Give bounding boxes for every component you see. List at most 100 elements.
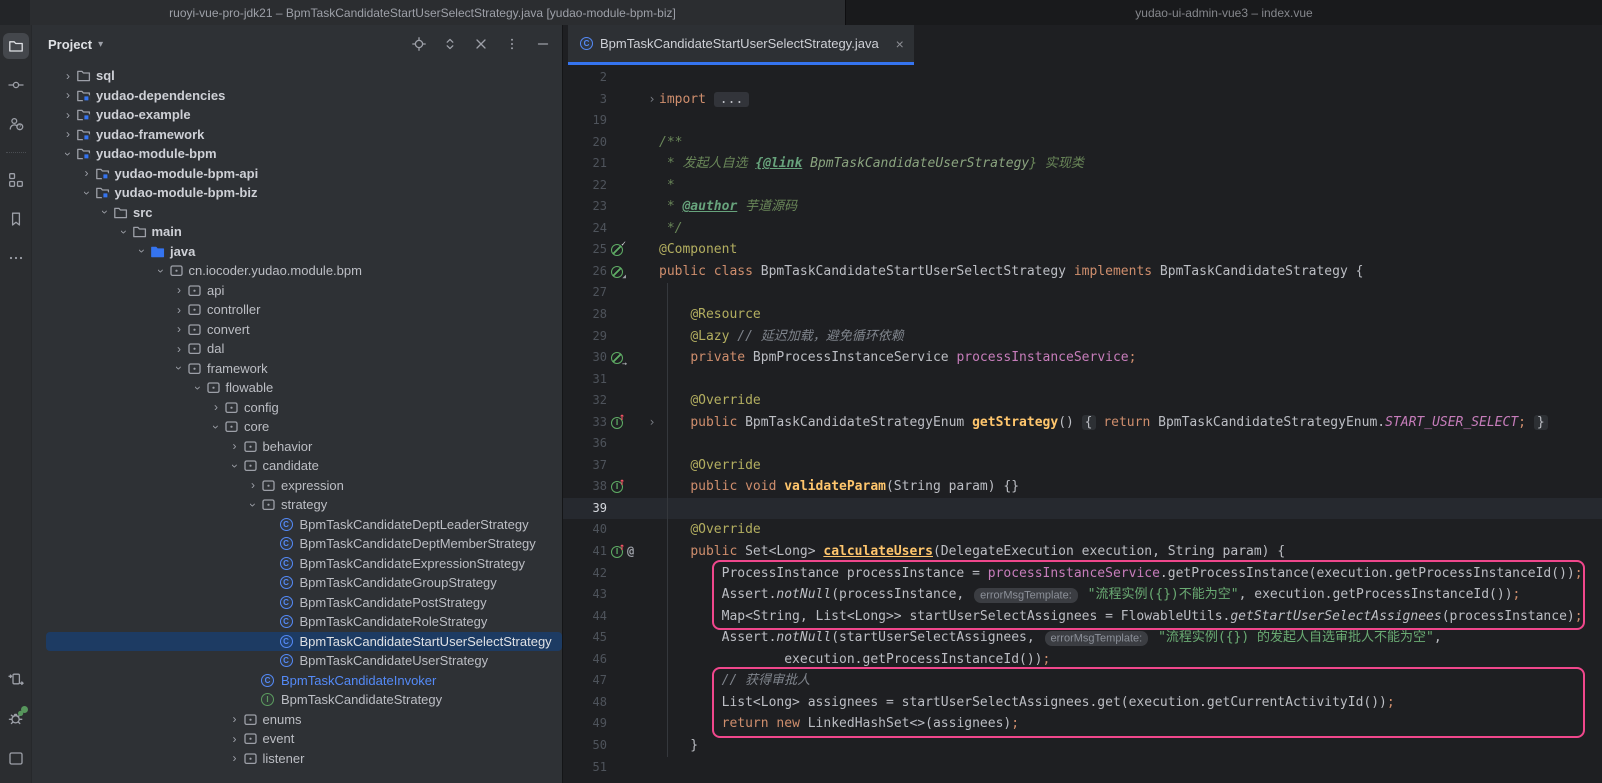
code-line[interactable]: 23 * @author 芋道源码 xyxy=(563,196,1602,218)
chevron-closed-icon[interactable]: › xyxy=(208,402,224,412)
tree-item[interactable]: ›candidate xyxy=(32,456,562,476)
code-line[interactable]: 21 * 发起人自选 {@link BpmTaskCandidateUserSt… xyxy=(563,153,1602,175)
chevron-closed-icon[interactable]: › xyxy=(227,753,243,763)
close-icon[interactable]: × xyxy=(896,36,904,52)
code-line[interactable]: 37 @Override xyxy=(563,455,1602,477)
window-title-left[interactable]: ruoyi-vue-pro-jdk21 – BpmTaskCandidateSt… xyxy=(0,0,845,25)
chevron-closed-icon[interactable]: › xyxy=(171,324,187,334)
chevron-open-icon[interactable]: › xyxy=(119,224,129,240)
chevron-closed-icon[interactable]: › xyxy=(171,305,187,315)
tree-item[interactable]: ›config xyxy=(32,398,562,418)
chevron-open-icon[interactable]: › xyxy=(248,497,258,513)
tree-item[interactable]: ›yudao-example xyxy=(32,105,562,125)
tree-item[interactable]: ›yudao-framework xyxy=(32,125,562,145)
code-line[interactable]: 26◢public class BpmTaskCandidateStartUse… xyxy=(563,261,1602,283)
tree-item[interactable]: ›yudao-module-bpm-biz xyxy=(32,183,562,203)
code-line[interactable]: 40 @Override xyxy=(563,519,1602,541)
code-line[interactable]: 38I↑ public void validateParam(String pa… xyxy=(563,476,1602,498)
code-line[interactable]: 30→ private BpmProcessInstanceService pr… xyxy=(563,347,1602,369)
project-panel-title[interactable]: Project xyxy=(48,37,92,52)
expand-all-icon[interactable] xyxy=(443,37,457,51)
chevron-closed-icon[interactable]: › xyxy=(227,714,243,724)
tree-item[interactable]: ›java xyxy=(32,242,562,262)
tree-item[interactable]: ›expression xyxy=(32,476,562,496)
tree-item[interactable]: ›behavior xyxy=(32,437,562,457)
chevron-open-icon[interactable]: › xyxy=(63,146,73,162)
tree-item[interactable]: ›flowable xyxy=(32,378,562,398)
tree-item[interactable]: CBpmTaskCandidateDeptLeaderStrategy xyxy=(32,515,562,535)
chevron-open-icon[interactable]: › xyxy=(174,360,184,376)
code-editor[interactable]: 23›import ...1920/**21 * 发起人自选 {@link Bp… xyxy=(563,65,1602,783)
commit-icon[interactable] xyxy=(3,72,29,98)
tree-item[interactable]: CBpmTaskCandidateUserStrategy xyxy=(32,651,562,671)
tree-item[interactable]: ›dal xyxy=(32,339,562,359)
structure-icon[interactable] xyxy=(3,167,29,193)
implements-method-icon[interactable]: I↑ xyxy=(611,481,625,494)
tree-item[interactable]: IBpmTaskCandidateStrategy xyxy=(32,690,562,710)
hide-panel-icon[interactable] xyxy=(536,37,550,51)
project-folder-icon[interactable] xyxy=(3,33,29,59)
chevron-closed-icon[interactable]: › xyxy=(79,168,95,178)
tree-item[interactable]: ›sql xyxy=(32,66,562,86)
chevron-closed-icon[interactable]: › xyxy=(227,441,243,451)
code-line[interactable]: 27 xyxy=(563,282,1602,304)
tree-item[interactable]: CBpmTaskCandidateExpressionStrategy xyxy=(32,554,562,574)
tree-item[interactable]: ›controller xyxy=(32,300,562,320)
code-line[interactable]: 3›import ... xyxy=(563,89,1602,111)
code-line[interactable]: 49 return new LinkedHashSet<>(assignees)… xyxy=(563,713,1602,735)
code-line[interactable]: 33I↑› public BpmTaskCandidateStrategyEnu… xyxy=(563,412,1602,434)
code-line[interactable]: 28 @Resource xyxy=(563,304,1602,326)
pull-requests-icon[interactable]: ? xyxy=(3,111,29,137)
more-tool-windows-icon[interactable] xyxy=(3,245,29,271)
code-line[interactable]: 29 @Lazy // 延迟加载，避免循环依赖 xyxy=(563,326,1602,348)
chevron-open-icon[interactable]: › xyxy=(100,204,110,220)
code-line[interactable]: 48 List<Long> assignees = startUserSelec… xyxy=(563,692,1602,714)
locate-icon[interactable] xyxy=(412,37,426,51)
tree-item[interactable]: ›cn.iocoder.yudao.module.bpm xyxy=(32,261,562,281)
tree-item[interactable]: ›enums xyxy=(32,710,562,730)
chevron-closed-icon[interactable]: › xyxy=(171,344,187,354)
code-line[interactable]: 36 xyxy=(563,433,1602,455)
collapse-all-icon[interactable] xyxy=(474,37,488,51)
implements-method-icon[interactable]: I↑ xyxy=(611,416,625,429)
chevron-closed-icon[interactable]: › xyxy=(60,110,76,120)
fold-marker-icon[interactable]: › xyxy=(645,89,659,111)
tree-item[interactable]: CBpmTaskCandidateInvoker xyxy=(32,671,562,691)
tree-item-selected[interactable]: CBpmTaskCandidateStartUserSelectStrategy xyxy=(46,632,562,652)
code-line[interactable]: 47 // 获得审批人 xyxy=(563,670,1602,692)
chevron-closed-icon[interactable]: › xyxy=(60,129,76,139)
spring-bean-icon[interactable]: → xyxy=(611,352,623,364)
tree-item[interactable]: CBpmTaskCandidateGroupStrategy xyxy=(32,573,562,593)
chevron-closed-icon[interactable]: › xyxy=(60,71,76,81)
tree-item[interactable]: ›event xyxy=(32,729,562,749)
code-line[interactable]: 51 xyxy=(563,757,1602,779)
code-line-current[interactable]: 39 xyxy=(563,498,1602,520)
chevron-open-icon[interactable]: › xyxy=(211,419,221,435)
tree-item[interactable]: ›convert xyxy=(32,320,562,340)
tree-item[interactable]: ›core xyxy=(32,417,562,437)
tree-item[interactable]: ›yudao-module-bpm xyxy=(32,144,562,164)
chevron-open-icon[interactable]: › xyxy=(156,263,166,279)
tree-item[interactable]: ›main xyxy=(32,222,562,242)
tree-item[interactable]: ›api xyxy=(32,281,562,301)
more-options-icon[interactable] xyxy=(505,37,519,51)
tree-item[interactable]: CBpmTaskCandidateDeptMemberStrategy xyxy=(32,534,562,554)
window-title-right[interactable]: yudao-ui-admin-vue3 – index.vue xyxy=(845,0,1602,25)
code-line[interactable]: 44 Map<String, List<Long>> startUserSele… xyxy=(563,606,1602,628)
code-line[interactable]: 42 ProcessInstance processInstance = pro… xyxy=(563,563,1602,585)
spring-bean-icon[interactable]: ✓ xyxy=(611,244,623,256)
code-line[interactable]: 25✓@Component xyxy=(563,239,1602,261)
tree-item[interactable]: CBpmTaskCandidateRoleStrategy xyxy=(32,612,562,632)
tree-item[interactable]: ›strategy xyxy=(32,495,562,515)
chevron-open-icon[interactable]: › xyxy=(230,458,240,474)
code-line[interactable]: 50 } xyxy=(563,735,1602,757)
spring-bean-icon[interactable]: ◢ xyxy=(611,266,623,278)
chevron-open-icon[interactable]: › xyxy=(137,243,147,259)
chevron-closed-icon[interactable]: › xyxy=(227,734,243,744)
code-line[interactable]: 19 xyxy=(563,110,1602,132)
code-line[interactable]: 46 execution.getProcessInstanceId()); xyxy=(563,649,1602,671)
code-line[interactable]: 43 Assert.notNull(processInstance, error… xyxy=(563,584,1602,606)
tree-item[interactable]: ›src xyxy=(32,203,562,223)
chevron-closed-icon[interactable]: › xyxy=(60,90,76,100)
tree-item[interactable]: ›yudao-dependencies xyxy=(32,86,562,106)
